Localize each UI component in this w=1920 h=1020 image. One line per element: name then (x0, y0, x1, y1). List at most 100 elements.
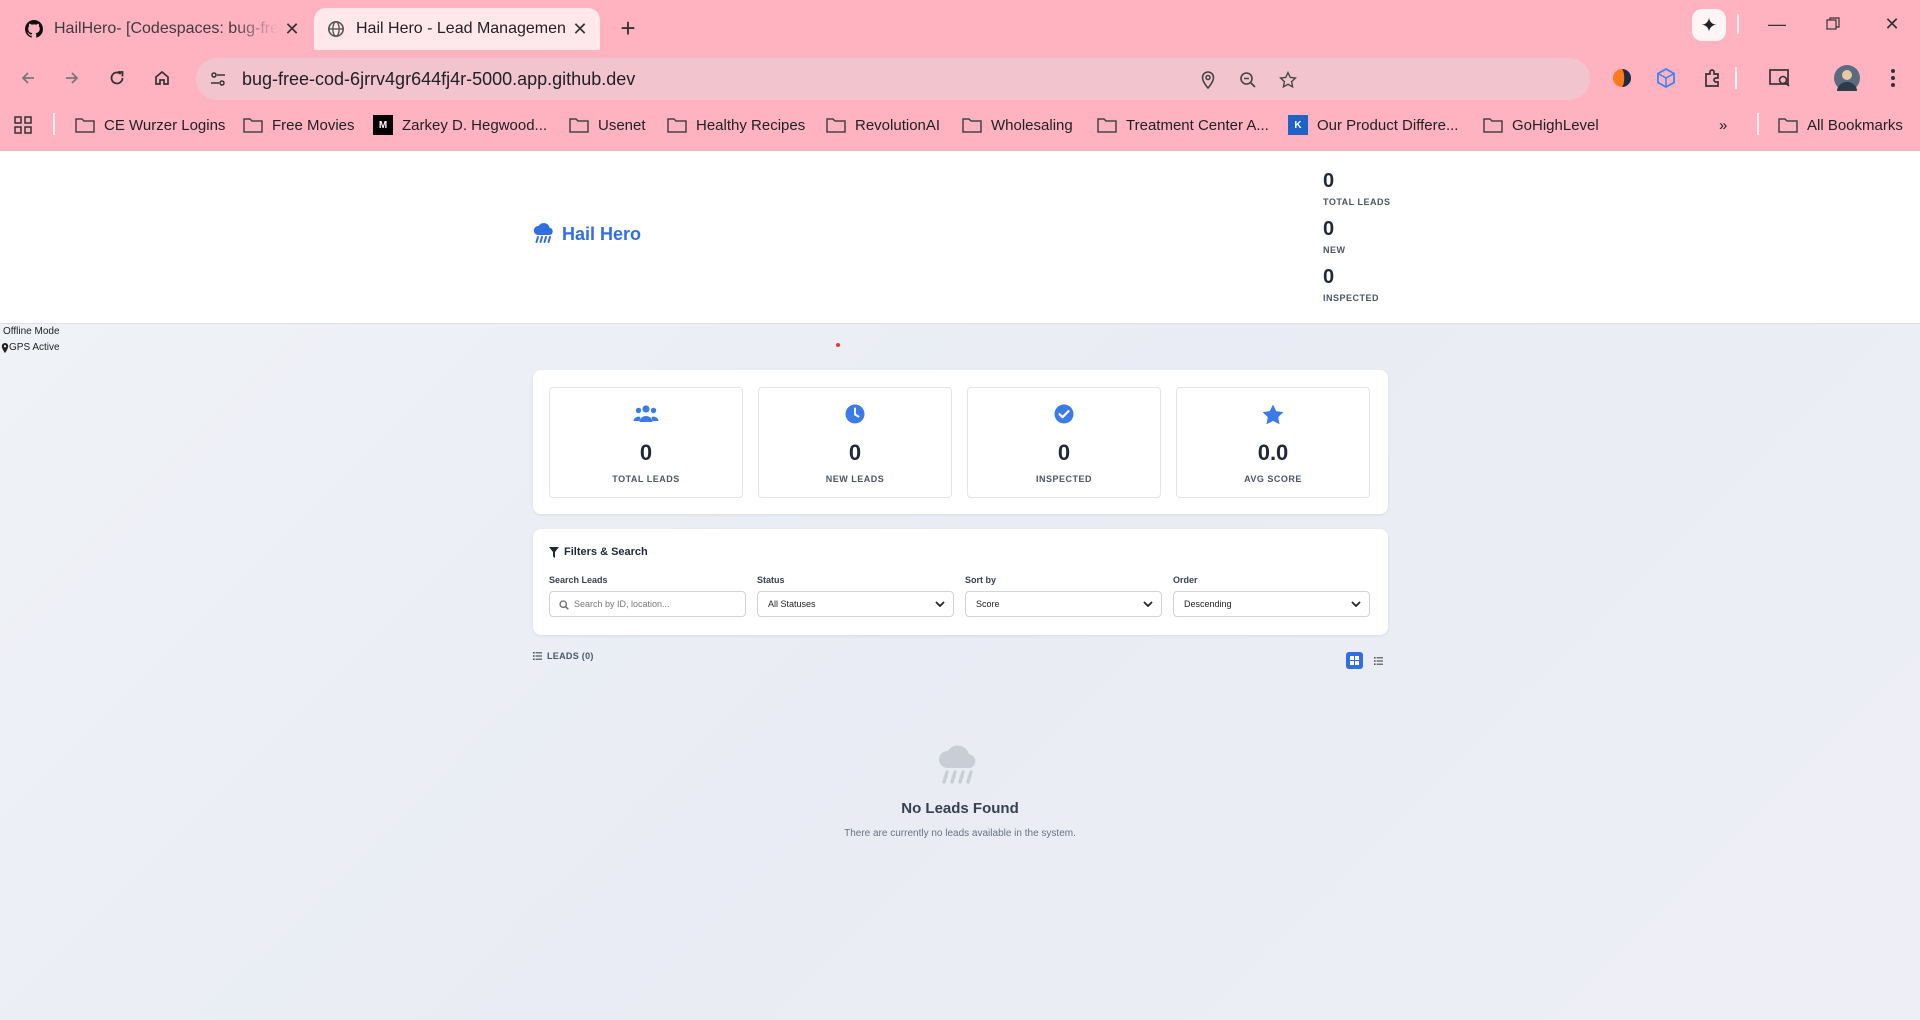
forward-icon[interactable] (56, 62, 88, 94)
stat-value: 0 (1323, 218, 1335, 240)
sort-select[interactable]: Score (965, 591, 1162, 617)
divider (1757, 113, 1759, 135)
avatar[interactable] (1834, 65, 1860, 91)
grid-icon (1350, 656, 1359, 665)
puzzle-icon[interactable] (1700, 65, 1726, 91)
bookmark-item[interactable]: CE Wurzer Logins (75, 114, 225, 136)
more-bookmarks-icon[interactable]: » (1719, 114, 1727, 136)
apps-icon[interactable] (13, 114, 33, 136)
page-content: Hail Hero 0 TOTAL LEADS 0 NEW 0 INSPECTE… (0, 151, 1920, 1020)
bookmark-label: CE Wurzer Logins (104, 116, 226, 134)
status-select[interactable]: All Statuses (757, 591, 954, 617)
bookmark-label: Free Movies (272, 116, 355, 134)
list-icon (533, 652, 542, 660)
all-bookmarks-folder[interactable]: All Bookmarks (1778, 114, 1903, 136)
reload-icon[interactable] (101, 62, 133, 94)
stat-value: 0 (1323, 170, 1335, 192)
leads-count-label: LEADS (0) (533, 651, 594, 661)
close-window-icon[interactable]: ✕ (1872, 10, 1912, 38)
stat-label: INSPECTED (1323, 293, 1380, 303)
tab-codespaces[interactable]: HailHero- [Codespaces: bug-free-cod-6jrr… (12, 8, 312, 50)
chevron-down-icon (935, 601, 945, 608)
tab-title: HailHero- [Codespaces: bug-free-cod-6jrr… (54, 20, 278, 37)
browser-chrome: HailHero- [Codespaces: bug-free-cod-6jrr… (0, 0, 1920, 151)
bookmark-item[interactable]: Usenet (569, 114, 646, 136)
filter-icon (549, 546, 559, 558)
browser-toolbar: bug-free-cod-6jrrv4gr644fj4r-5000.app.gi… (0, 50, 1920, 106)
bookmark-item[interactable]: Wholesaling (962, 114, 1073, 136)
sort-label: Sort by (965, 575, 997, 585)
minimize-icon[interactable]: — (1757, 10, 1797, 38)
bookmark-item[interactable]: M Zarkey D. Hegwood... (373, 114, 547, 136)
status-dot (836, 343, 840, 347)
bookmarks-bar: CE Wurzer Logins Free Movies M Zarkey D. He… (0, 106, 1920, 144)
chevron-down-icon (1351, 601, 1361, 608)
bookmark-item[interactable]: Free Movies (243, 114, 355, 136)
menu-icon[interactable] (1880, 65, 1906, 91)
address-bar[interactable]: bug-free-cod-6jrrv4gr644fj4r-5000.app.gi… (196, 58, 1590, 100)
new-tab-button[interactable]: + (612, 12, 644, 44)
stat-value: 0 (639, 440, 653, 465)
bookmark-label: RevolutionAI (855, 116, 941, 134)
bookmark-item[interactable]: K Our Product Differe... (1288, 114, 1458, 136)
folder-icon (569, 118, 589, 133)
site-settings-icon[interactable] (208, 69, 228, 89)
bookmark-item[interactable]: GoHighLevel (1483, 114, 1599, 136)
star-icon[interactable] (1276, 68, 1300, 92)
folder-icon (667, 118, 687, 133)
gemini-icon[interactable]: ✦ (1692, 9, 1726, 41)
header-stat-new: 0 NEW (1323, 217, 1391, 265)
bookmark-label: Healthy Recipes (696, 116, 806, 134)
header-stat-total: 0 TOTAL LEADS (1323, 169, 1391, 217)
users-icon (550, 404, 742, 424)
extension-icon[interactable] (1609, 65, 1635, 91)
leads-count-text: LEADS (0) (547, 651, 594, 661)
bookmark-label: GoHighLevel (1512, 116, 1599, 134)
app-header: Hail Hero 0 TOTAL LEADS 0 NEW 0 INSPECTE… (0, 151, 1920, 324)
divider (1735, 67, 1737, 89)
sort-value: Score (976, 599, 1000, 609)
folder-icon (826, 118, 846, 133)
location-icon[interactable] (1196, 68, 1220, 92)
order-select[interactable]: Descending (1173, 591, 1370, 617)
folder-icon (962, 118, 982, 133)
brand-logo[interactable]: Hail Hero (532, 223, 641, 245)
home-icon[interactable] (146, 62, 178, 94)
cloud-rain-icon (533, 223, 553, 243)
medium-icon: M (373, 115, 393, 135)
search-column: Search Leads Search by ID, location... (549, 575, 746, 617)
bookmark-item[interactable]: Treatment Center A... (1097, 114, 1269, 136)
bookmark-item[interactable]: RevolutionAI (826, 114, 940, 136)
restore-icon[interactable] (1813, 10, 1853, 38)
close-icon[interactable]: ✕ (278, 15, 306, 43)
offline-status: Offline Mode (3, 326, 60, 337)
list-view-button[interactable] (1370, 652, 1387, 669)
close-icon[interactable]: ✕ (566, 15, 594, 43)
tab-hail-hero[interactable]: Hail Hero - Lead Management ✕ (314, 8, 600, 50)
github-icon (24, 19, 44, 39)
order-label: Order (1173, 575, 1198, 585)
stat-avg-score: 0.0 AVG SCORE (1176, 387, 1370, 498)
zoom-icon[interactable] (1236, 68, 1260, 92)
stat-value: 0 (848, 440, 862, 465)
kw-icon: K (1288, 115, 1308, 135)
stat-value: 0 (1057, 440, 1071, 465)
stat-label: TOTAL LEADS (1323, 197, 1391, 207)
filters-title: Filters & Search (549, 546, 648, 558)
header-stats: 0 TOTAL LEADS 0 NEW 0 INSPECTED (1323, 169, 1391, 313)
search-icon (559, 600, 569, 610)
grid-view-button[interactable] (1346, 652, 1363, 669)
back-icon[interactable] (12, 62, 44, 94)
tab-search-icon[interactable] (1767, 65, 1793, 91)
sort-column: Sort by Score (965, 575, 1162, 617)
gps-status: GPS Active (1, 342, 60, 353)
bookmark-item[interactable]: Healthy Recipes (667, 114, 805, 136)
filters-card: Filters & Search Search Leads Search by … (533, 529, 1388, 635)
folder-icon (1483, 118, 1503, 133)
search-input[interactable]: Search by ID, location... (549, 591, 746, 617)
extension-icon[interactable] (1653, 65, 1679, 91)
tab-title: Hail Hero - Lead Management (356, 20, 566, 37)
status-value: All Statuses (768, 599, 816, 609)
stat-total-leads: 0 TOTAL LEADS (549, 387, 743, 498)
filters-title-text: Filters & Search (564, 546, 648, 558)
